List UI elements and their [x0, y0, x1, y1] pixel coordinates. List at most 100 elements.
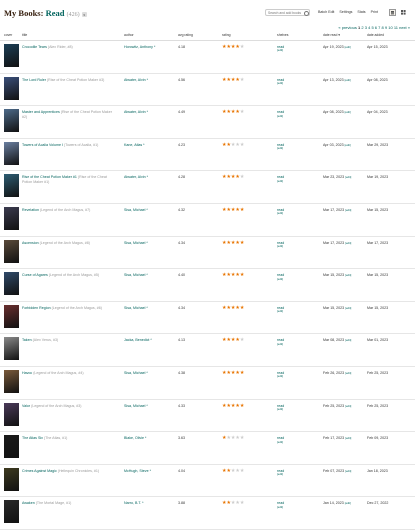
col-date-read[interactable]: date read ▾	[323, 33, 340, 37]
book-author-link[interactable]: Atwater, Alvin *	[124, 175, 176, 179]
edit-date-read-link[interactable]: [edit]	[345, 143, 351, 147]
star-icon[interactable]: ★	[240, 337, 245, 343]
book-title-link[interactable]: Taken	[22, 338, 32, 342]
book-title-link[interactable]: The Lord Ruler	[22, 78, 46, 82]
book-cover[interactable]	[4, 304, 19, 328]
edit-date-read-link[interactable]: [edit]	[345, 241, 351, 245]
book-title-link[interactable]: The Atlas Six	[22, 436, 43, 440]
edit-date-read-link[interactable]: [edit]	[345, 110, 351, 114]
book-cover[interactable]	[4, 76, 19, 100]
book-cover[interactable]	[4, 239, 19, 263]
col-title[interactable]: title	[22, 33, 27, 37]
book-author-link[interactable]: Atwater, Alvin *	[124, 110, 176, 114]
star-icon[interactable]: ★	[240, 174, 245, 180]
book-author-link[interactable]: Sisa, Michael *	[124, 404, 176, 408]
book-title-link[interactable]: Valor	[22, 404, 30, 408]
edit-date-read-link[interactable]: [edit]	[345, 404, 351, 408]
book-cover[interactable]	[4, 141, 19, 165]
edit-shelf-link[interactable]: [edit]	[277, 310, 284, 314]
book-cover[interactable]	[4, 174, 19, 198]
settings-link[interactable]: Settings	[339, 10, 352, 14]
star-icon[interactable]: ★	[240, 142, 245, 148]
book-cover[interactable]	[4, 402, 19, 426]
book-cover[interactable]	[4, 109, 19, 133]
list-view-icon[interactable]	[389, 9, 396, 16]
book-title-link[interactable]: Towers of Acalia Volume I	[22, 143, 63, 147]
book-title-link[interactable]: Awaken	[22, 501, 35, 505]
book-title-link[interactable]: Ascension	[22, 241, 39, 245]
stats-link[interactable]: Stats	[357, 10, 365, 14]
edit-shelf-link[interactable]: [edit]	[277, 244, 284, 249]
edit-date-read-link[interactable]: [edit]	[345, 45, 351, 49]
book-cover[interactable]	[4, 337, 19, 361]
edit-date-read-link[interactable]: [edit]	[345, 469, 351, 473]
edit-date-read-link[interactable]: [edit]	[345, 175, 351, 179]
book-author-link[interactable]: Kane, Atlas *	[124, 143, 176, 147]
book-author-link[interactable]: Sisa, Michael *	[124, 273, 176, 277]
my-books-link[interactable]: My Books:	[4, 8, 43, 18]
edit-shelf-link[interactable]: [edit]	[277, 49, 284, 53]
edit-date-read-link[interactable]: [edit]	[345, 78, 351, 82]
edit-shelf-link[interactable]: [edit]	[277, 473, 284, 477]
book-cover[interactable]	[4, 467, 19, 491]
book-title-link[interactable]: Havoc	[22, 371, 32, 375]
book-author-link[interactable]: Narro, B.T. *	[124, 501, 176, 505]
shelf-link[interactable]: read	[277, 501, 284, 505]
edit-shelf-link[interactable]: [edit]	[277, 407, 284, 412]
book-author-link[interactable]: McHugh, Steve *	[124, 469, 176, 473]
edit-shelf-link[interactable]: [edit]	[277, 505, 284, 510]
edit-date-read-link[interactable]: [edit]	[345, 306, 351, 310]
star-icon[interactable]: ★	[240, 500, 245, 506]
edit-shelf-link[interactable]: [edit]	[277, 375, 284, 379]
book-cover[interactable]	[4, 272, 19, 296]
star-icon[interactable]: ★	[240, 272, 245, 278]
book-title-link[interactable]: Revelation	[22, 208, 39, 212]
star-icon[interactable]: ★	[240, 305, 245, 311]
edit-date-read-link[interactable]: [edit]	[345, 338, 351, 342]
book-title-link[interactable]: Curse of Agares	[22, 273, 48, 277]
book-title-link[interactable]: Forbidden Region	[22, 306, 51, 310]
book-author-link[interactable]: Sisa, Michael *	[124, 241, 176, 245]
star-icon[interactable]: ★	[240, 403, 245, 409]
star-icon[interactable]: ★	[240, 435, 245, 441]
clear-shelf-icon[interactable]: x	[81, 11, 87, 17]
book-cover[interactable]	[4, 370, 19, 393]
book-cover[interactable]	[4, 44, 19, 67]
search-icon[interactable]	[304, 11, 309, 16]
book-author-link[interactable]: Atwater, Alvin *	[124, 78, 176, 82]
edit-shelf-link[interactable]: [edit]	[277, 179, 284, 184]
book-title-link[interactable]: Crocodile Tears	[22, 45, 47, 49]
print-link[interactable]: Print	[371, 10, 378, 14]
star-icon[interactable]: ★	[240, 44, 245, 50]
star-icon[interactable]: ★	[240, 77, 245, 83]
star-icon[interactable]: ★	[240, 370, 245, 376]
book-author-link[interactable]: Sisa, Michael *	[124, 371, 176, 375]
book-author-link[interactable]: Sisa, Michael *	[124, 306, 176, 310]
book-cover[interactable]	[4, 435, 19, 459]
edit-shelf-link[interactable]: [edit]	[277, 81, 284, 86]
book-title-link[interactable]: Rise of the Cheat Potion Maker #1	[22, 175, 77, 179]
edit-date-read-link[interactable]: [edit]	[345, 501, 351, 505]
batch-edit-link[interactable]: Batch Edit	[318, 10, 334, 14]
book-author-link[interactable]: Blake, Olivie *	[124, 436, 176, 440]
col-author[interactable]: author	[124, 33, 134, 37]
edit-date-read-link[interactable]: [edit]	[345, 436, 351, 440]
book-author-link[interactable]: Horowitz, Anthony *	[124, 45, 176, 49]
star-icon[interactable]: ★	[240, 468, 245, 474]
edit-shelf-link[interactable]: [edit]	[277, 114, 284, 119]
grid-view-icon[interactable]	[400, 9, 407, 16]
col-date-added[interactable]: date added	[367, 33, 384, 37]
edit-shelf-link[interactable]: [edit]	[277, 212, 284, 216]
star-icon[interactable]: ★	[240, 109, 245, 115]
edit-shelf-link[interactable]: [edit]	[277, 342, 284, 347]
edit-shelf-link[interactable]: [edit]	[277, 147, 284, 151]
book-cover[interactable]	[4, 500, 19, 524]
edit-shelf-link[interactable]: [edit]	[277, 440, 284, 445]
edit-date-read-link[interactable]: [edit]	[345, 371, 351, 375]
book-title-link[interactable]: Master and Apprentices	[22, 110, 60, 114]
edit-shelf-link[interactable]: [edit]	[277, 277, 284, 282]
book-author-link[interactable]: Sisa, Michael *	[124, 208, 176, 212]
col-shelves[interactable]: shelves	[277, 33, 289, 37]
edit-date-read-link[interactable]: [edit]	[345, 208, 351, 212]
book-cover[interactable]	[4, 207, 19, 230]
